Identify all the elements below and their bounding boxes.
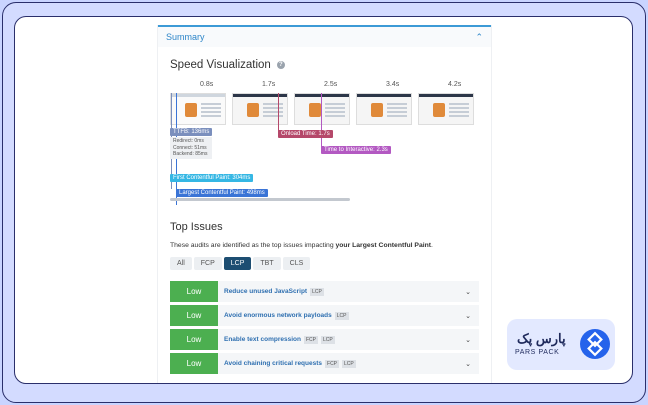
speed-visualization-heading: Speed Visualization ? [170, 59, 285, 71]
summary-panel: Summary ⌃ Speed Visualization ? 0.8s 1.7… [157, 25, 492, 383]
time-label: 0.8s [200, 81, 214, 88]
pars-pack-logo-icon [580, 329, 610, 359]
impact-badge: Low [170, 329, 218, 350]
ttfb-redirect: Redirect: 0ms [173, 138, 204, 144]
time-label: 2.5s [324, 81, 338, 88]
metric-tabs: All FCP LCP TBT CLS [170, 257, 311, 270]
tti-line [321, 93, 322, 147]
issue-title: Avoid chaining critical requests [224, 360, 323, 367]
tab-fcp[interactable]: FCP [193, 257, 222, 270]
speed-visualization-title: Speed Visualization [170, 59, 271, 71]
chevron-down-icon[interactable]: ⌄ [457, 360, 479, 368]
desc-suffix: . [431, 242, 433, 249]
filmstrip-frame [356, 93, 412, 125]
metric-tag: LCP [320, 335, 335, 344]
chevron-down-icon[interactable]: ⌄ [457, 336, 479, 344]
desc-bold: your Largest Contentful Paint [335, 242, 432, 249]
issues-list: Low Reduce unused JavaScript LCP ⌄ Low A… [170, 281, 479, 377]
chevron-up-icon[interactable]: ⌃ [475, 32, 483, 42]
filmstrip-scrollbar[interactable] [170, 198, 350, 201]
ttfb-label: TTFB: 136ms [170, 128, 213, 136]
summary-title: Summary [166, 32, 205, 42]
tab-all[interactable]: All [170, 257, 192, 270]
issue-title: Enable text compression [224, 336, 301, 343]
issue-row[interactable]: Low Avoid chaining critical requests FCP… [170, 353, 479, 374]
summary-header[interactable]: Summary ⌃ [158, 25, 491, 47]
filmstrip-frame [294, 93, 350, 125]
fcp-label: First Contentful Paint: 304ms [170, 174, 254, 182]
filmstrip-frame [418, 93, 474, 125]
chevron-down-icon[interactable]: ⌄ [457, 312, 479, 320]
help-icon[interactable]: ? [276, 61, 285, 69]
issue-title-wrap: Reduce unused JavaScript LCP [218, 287, 457, 296]
issue-title-wrap: Enable text compression FCP LCP [218, 335, 457, 344]
issue-title-wrap: Avoid enormous network payloads LCP [218, 311, 457, 320]
time-label: 4.2s [448, 81, 462, 88]
filmstrip-frame [170, 93, 226, 125]
impact-badge: Low [170, 281, 218, 302]
top-issues-title: Top Issues [170, 221, 223, 233]
metric-tag: LCP [334, 311, 349, 320]
metric-tag: FCP [325, 359, 340, 368]
issue-row[interactable]: Low Enable text compression FCP LCP ⌄ [170, 329, 479, 350]
onload-label: Onload Time: 1.7s [278, 130, 333, 138]
impact-badge: Low [170, 353, 218, 374]
desc-prefix: These audits are identified as the top i… [170, 242, 336, 249]
issue-title: Reduce unused JavaScript [224, 288, 308, 295]
tab-tbt[interactable]: TBT [253, 257, 281, 270]
issue-title: Avoid enormous network payloads [224, 312, 332, 319]
ttfb-backend: Backend: 85ms [173, 151, 208, 157]
metric-tag: LCP [342, 359, 356, 368]
tab-lcp[interactable]: LCP [223, 257, 252, 270]
time-label: 3.4s [386, 81, 400, 88]
filmstrip-frame [232, 93, 288, 125]
brand-name-fa: پارس پک [517, 331, 566, 346]
issue-row[interactable]: Low Avoid enormous network payloads LCP … [170, 305, 479, 326]
metric-tag: FCP [303, 335, 318, 344]
metric-tag: LCP [310, 287, 324, 296]
filmstrip [170, 93, 482, 125]
chevron-down-icon[interactable]: ⌄ [457, 288, 479, 296]
issue-title-wrap: Avoid chaining critical requests FCP LCP [218, 359, 457, 368]
brand-name-en: PARS PACK [515, 349, 560, 356]
timeline-times: 0.8s 1.7s 2.5s 3.4s 4.2s [170, 81, 480, 91]
onload-line [278, 93, 279, 131]
issue-row[interactable]: Low Reduce unused JavaScript LCP ⌄ [170, 281, 479, 302]
impact-badge: Low [170, 305, 218, 326]
pars-pack-brand: پارس پک PARS PACK [507, 319, 615, 370]
tti-label: Time to Interactive: 2.3s [321, 146, 391, 154]
tab-cls[interactable]: CLS [282, 257, 311, 270]
lcp-label: Largest Contentful Paint: 498ms [176, 189, 268, 197]
time-label: 1.7s [262, 81, 276, 88]
top-issues-description: These audits are identified as the top i… [170, 242, 433, 249]
ttfb-details: Redirect: 0ms Connect: 51ms Backend: 85m… [170, 137, 212, 159]
